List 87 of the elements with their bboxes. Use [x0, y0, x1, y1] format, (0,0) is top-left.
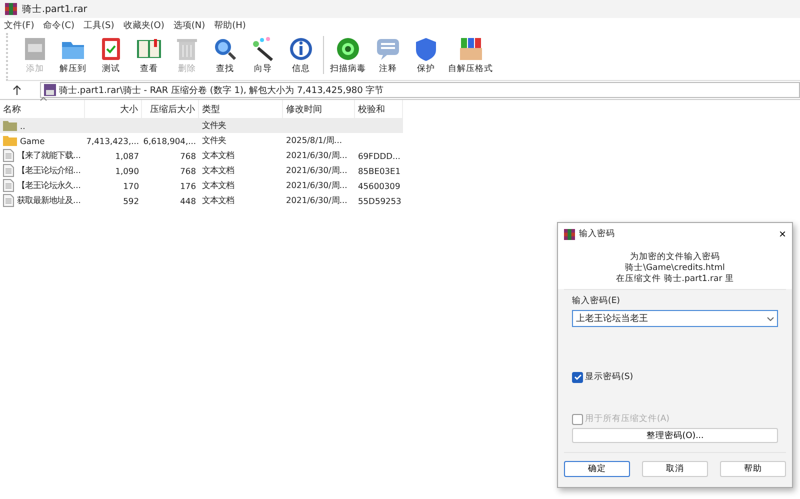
toolbar-button[interactable]: 注释 — [369, 36, 407, 75]
menu-item[interactable]: 帮助(H) — [214, 19, 246, 32]
menu-item[interactable]: 工具(S) — [84, 19, 114, 32]
toolbar-icon — [375, 36, 401, 62]
toolbar-icon — [413, 36, 439, 62]
table-cell: 2021/6/30/周... — [286, 180, 348, 191]
toolbar-button[interactable]: 向导 — [244, 36, 282, 75]
table-cell: 7,413,423,... — [86, 136, 139, 146]
password-field[interactable]: 上老王论坛当老王 — [572, 310, 778, 327]
table-cell: 2021/6/30/周... — [286, 150, 348, 161]
table-cell: 55D59253 — [358, 196, 402, 206]
table-cell: 6,618,904,... — [143, 136, 196, 146]
toolbar-icon — [212, 36, 238, 62]
document-icon — [3, 164, 14, 177]
toolbar-icon — [335, 36, 361, 62]
table-cell: 69FDDD... — [358, 150, 400, 160]
table-cell: Game — [20, 136, 45, 146]
dialog-title: 输入密码 — [579, 228, 615, 240]
table-cell: 592 — [123, 196, 139, 206]
app-icon — [5, 3, 17, 15]
document-icon — [3, 194, 14, 207]
archive-icon — [44, 84, 56, 96]
toolbar-button[interactable]: 查看 — [130, 36, 168, 75]
folder-icon — [3, 120, 17, 131]
toolbar-button[interactable]: 信息 — [282, 36, 320, 75]
toolbar-button[interactable]: 查找 — [206, 36, 244, 75]
file-row[interactable]: 【老王论坛永久... 170 176 文本文档 2021/6/30/周... 45600309 — [0, 178, 403, 193]
info-text: 在压缩文件 骑士.part1.rar 里 — [616, 274, 734, 285]
table-cell: 文本文档 — [202, 195, 234, 206]
table-cell: 170 — [123, 180, 139, 190]
file-row[interactable]: Game 7,413,423,... 6,618,904,... 文件夹 2025/8/1/周... — [0, 133, 403, 148]
toolbar-icon — [458, 36, 484, 62]
toolbar-icon — [250, 36, 276, 62]
table-cell: 获取最新地址及... — [17, 195, 81, 206]
document-icon — [3, 149, 14, 162]
app-icon — [564, 228, 575, 240]
toolbar-button[interactable]: 保护 — [407, 36, 445, 75]
folder-icon — [3, 135, 17, 146]
table-cell: 1,087 — [115, 150, 139, 160]
document-icon — [3, 179, 14, 192]
check-icon — [574, 373, 582, 381]
info-text: 骑士\Game\credits.html — [625, 263, 725, 274]
toolbar-icon — [288, 36, 314, 62]
checkbox[interactable]: 显示密码(S) — [572, 371, 778, 383]
menu-item[interactable]: 收藏夹(O) — [123, 19, 164, 32]
table-cell: 768 — [180, 150, 196, 160]
field-label: 输入密码(E) — [572, 295, 622, 307]
dialog-button[interactable]: 帮助 — [720, 461, 786, 477]
menu-item[interactable]: 文件(F) — [4, 19, 34, 32]
table-cell: 448 — [180, 196, 196, 206]
table-cell: 【老王论坛永久... — [17, 180, 81, 191]
organize-button[interactable]: 整理密码(O)... — [572, 428, 778, 443]
table-cell: 文本文档 — [202, 150, 234, 161]
menu-item[interactable]: 命令(C) — [43, 19, 75, 32]
toolbar-button[interactable]: 扫描病毒 — [327, 36, 369, 75]
path-field[interactable]: 骑士.part1.rar\骑士 - RAR 压缩分卷 (数字 1), 解包大小为 7,413,425,980 字节 — [40, 82, 800, 98]
table-cell: 176 — [180, 180, 196, 190]
file-row[interactable]: 【老王论坛介绍... 1,090 768 文本文档 2021/6/30/周... 85BE03E1 — [0, 163, 403, 178]
menu-item[interactable]: 选项(N) — [173, 19, 206, 32]
info-text: 为加密的文件输入密码 — [630, 252, 720, 263]
table-cell: 85BE03E1 — [358, 166, 401, 176]
table-cell: 45600309 — [358, 180, 400, 190]
close-button[interactable]: × — [778, 227, 786, 241]
table-cell: 文本文档 — [202, 165, 234, 176]
toolbar-icon — [22, 36, 48, 62]
file-row[interactable]: 【来了就能下载... 1,087 768 文本文档 2021/6/30/周... 69FDDD... — [0, 148, 403, 163]
table-cell: 文件夹 — [202, 135, 226, 146]
table-cell: 【来了就能下载... — [17, 150, 81, 161]
file-row[interactable]: 获取最新地址及... 592 448 文本文档 2021/6/30/周... 55D59253 — [0, 193, 403, 208]
table-cell: .. — [20, 120, 26, 130]
toolbar-icon — [174, 36, 200, 62]
toolbar-button[interactable]: 自解压格式 — [445, 36, 496, 75]
dialog-button[interactable]: 取消 — [642, 461, 708, 477]
toolbar-button[interactable]: 测试 — [92, 36, 130, 75]
table-cell: 文本文档 — [202, 180, 234, 191]
sort-icon — [40, 97, 47, 101]
toolbar-button[interactable]: 解压到 — [54, 36, 92, 75]
table-cell: 文件夹 — [202, 120, 226, 131]
dialog-button[interactable]: 确定 — [564, 461, 630, 477]
table-cell: 768 — [180, 166, 196, 176]
table-cell: 2021/6/30/周... — [286, 195, 348, 206]
table-cell: 2025/8/1/周... — [286, 135, 342, 146]
window-title: 骑士.part1.rar — [22, 2, 88, 16]
table-cell: 1,090 — [115, 166, 139, 176]
table-cell: 【老王论坛介绍... — [17, 165, 81, 176]
file-row[interactable]: .. 文件夹 — [0, 118, 403, 133]
table-cell: 2021/6/30/周... — [286, 165, 348, 176]
